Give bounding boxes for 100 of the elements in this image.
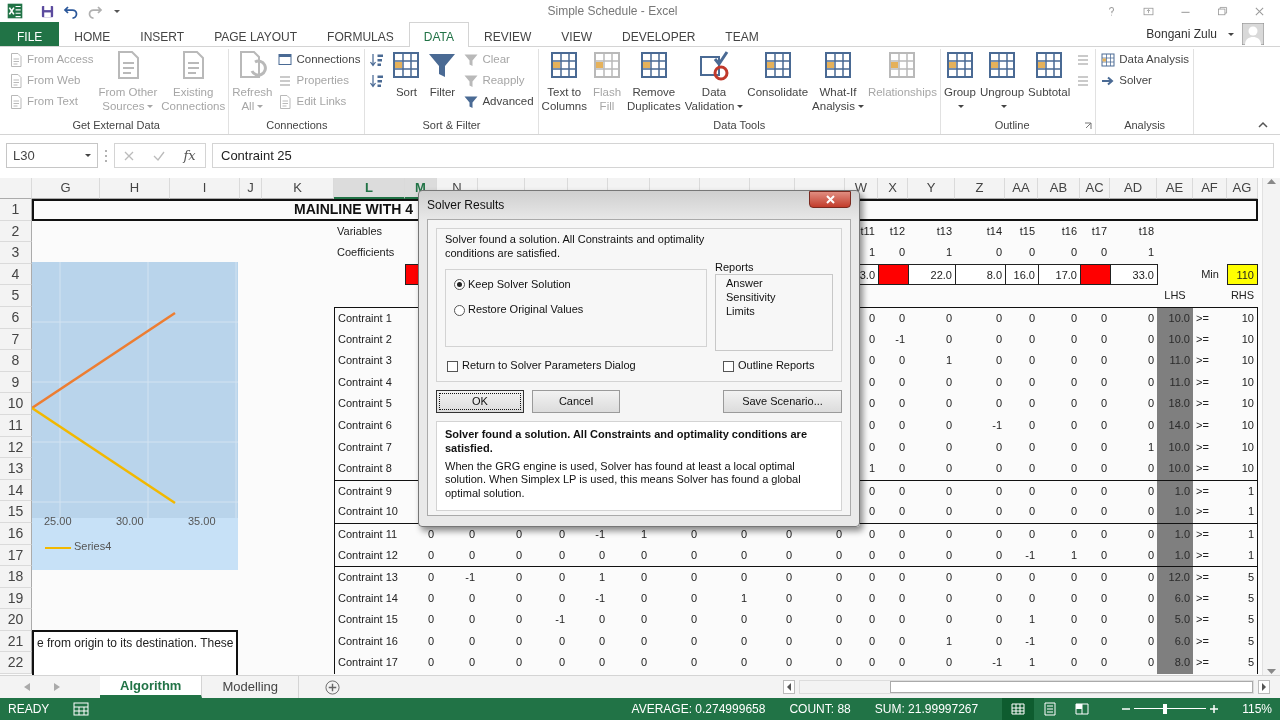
scroll-up-icon[interactable] [1267, 178, 1276, 184]
row-header[interactable]: 14 [0, 479, 32, 502]
column-header[interactable]: K [262, 178, 334, 199]
insert-function-button[interactable]: fx [183, 145, 196, 166]
row-header[interactable]: 1 [0, 199, 32, 221]
ribbon-tab[interactable]: HOME [59, 22, 126, 46]
list-item[interactable]: Sensitivity [726, 290, 822, 305]
column-header[interactable]: H [100, 178, 170, 199]
ribbon-button[interactable]: Remove Duplicates [625, 49, 682, 119]
dialog-button[interactable]: OK [436, 390, 524, 413]
ribbon-button[interactable]: Connections [275, 49, 363, 70]
zoom-out-icon[interactable] [1122, 705, 1131, 713]
column-header[interactable]: AE [1157, 178, 1193, 199]
close-button[interactable] [809, 191, 851, 208]
column-header[interactable]: X [878, 178, 908, 199]
slider-thumb[interactable] [1163, 704, 1168, 714]
collapse-icon[interactable] [1258, 121, 1268, 128]
checkbox-option[interactable]: Outline Reports [723, 359, 815, 373]
horizontal-scrollbar[interactable] [799, 680, 1254, 694]
ribbon-button[interactable]: Data Analysis [1098, 49, 1191, 70]
reports-list[interactable]: Answer Sensitivity Limits [715, 274, 833, 352]
ribbon-button[interactable]: What-If Analysis [811, 49, 865, 119]
ribbon-tab[interactable]: TEAM [710, 22, 774, 46]
row-header[interactable]: 16 [0, 522, 32, 545]
row-header[interactable]: 22 [0, 652, 32, 675]
column-header[interactable]: I [170, 178, 240, 199]
column-header[interactable]: AA [1005, 178, 1038, 199]
row-header[interactable]: 4 [0, 263, 32, 286]
column-header[interactable]: J [240, 178, 262, 199]
column-header[interactable]: Y [908, 178, 955, 199]
row-header[interactable]: 3 [0, 242, 32, 264]
check-icon[interactable] [152, 150, 165, 161]
radio-option[interactable]: Keep Solver Solution [454, 277, 698, 292]
column-header[interactable]: L [334, 178, 405, 199]
row-header[interactable]: 13 [0, 458, 32, 480]
row-header[interactable]: 9 [0, 371, 32, 394]
ribbon-tab[interactable]: INSERT [125, 22, 200, 46]
row-header[interactable]: 2 [0, 220, 32, 243]
customize-icon[interactable] [114, 9, 120, 13]
ribbon-tab[interactable]: PAGE LAYOUT [199, 22, 313, 46]
checkbox-option[interactable]: Return to Solver Parameters Dialog [447, 359, 723, 373]
file-tab[interactable]: FILE [0, 22, 60, 46]
column-header[interactable]: AC [1080, 178, 1110, 199]
ribbon-button[interactable]: Solver [1098, 70, 1191, 91]
row-header[interactable]: 18 [0, 566, 32, 588]
row-header[interactable]: 12 [0, 436, 32, 459]
next-sheet-icon[interactable] [54, 683, 60, 691]
redo-button[interactable] [87, 3, 103, 19]
macro-record-icon[interactable] [73, 702, 90, 716]
user-name[interactable]: Bongani Zulu [1146, 25, 1217, 43]
ribbon-button[interactable]: Filter [425, 49, 460, 119]
row-header[interactable]: 6 [0, 306, 32, 329]
add-sheet-icon[interactable] [325, 679, 341, 695]
column-header[interactable]: AB [1038, 178, 1080, 199]
row-header[interactable]: 21 [0, 630, 32, 653]
column-header[interactable]: AF [1193, 178, 1227, 199]
view-button[interactable] [1002, 698, 1035, 720]
restore-icon[interactable] [1216, 4, 1229, 18]
ribbon-button[interactable]: Subtotal [1027, 49, 1072, 119]
row-header[interactable]: 19 [0, 587, 32, 610]
ribbon-tab[interactable]: VIEW [546, 22, 607, 46]
ribbon-button[interactable]: Sort [389, 49, 424, 119]
row-header[interactable]: 7 [0, 328, 32, 351]
scroll-left-icon[interactable] [783, 680, 795, 694]
column-header[interactable]: Z [955, 178, 1005, 199]
column-header[interactable]: G [32, 178, 100, 199]
ribbon-button[interactable]: Consolidate [746, 49, 810, 119]
ribbon-button[interactable]: Data Validation [683, 49, 745, 119]
row-header[interactable]: 10 [0, 393, 32, 415]
dialog-button[interactable]: Save Scenario... [723, 390, 842, 413]
ribbon-button[interactable]: Group [942, 49, 977, 119]
ribbon-tab[interactable]: REVIEW [469, 22, 547, 46]
previous-sheet-icon[interactable] [24, 683, 30, 691]
dialog-launcher-icon[interactable] [1084, 122, 1093, 130]
name-box[interactable]: L30 [6, 143, 98, 168]
row-header[interactable]: 17 [0, 544, 32, 567]
row-header[interactable]: 5 [0, 285, 32, 307]
vertical-scrollbar[interactable] [1262, 178, 1280, 675]
select-all-button[interactable] [0, 178, 32, 199]
scroll-right-icon[interactable] [1258, 680, 1270, 694]
ribbon-tab[interactable]: FORMULAS [312, 22, 409, 46]
ribbon-button[interactable]: Ungroup [978, 49, 1026, 119]
undo-button[interactable] [63, 3, 79, 19]
row-header[interactable]: 8 [0, 350, 32, 372]
ribbon-button[interactable]: Text to Columns [540, 49, 588, 119]
sheet-tab[interactable]: Algorithm [100, 676, 203, 698]
save-button[interactable] [40, 3, 55, 19]
list-item[interactable]: Limits [726, 304, 822, 319]
row-header[interactable]: 15 [0, 501, 32, 523]
column-header[interactable]: AG [1227, 178, 1258, 199]
ribbon-button[interactable]: Advanced [461, 91, 536, 112]
zoom-slider[interactable] [1134, 704, 1207, 714]
dialog-button[interactable]: Cancel [532, 390, 620, 413]
avatar-icon[interactable] [1242, 23, 1264, 45]
radio-option[interactable]: Restore Original Values [454, 303, 698, 317]
row-header[interactable]: 11 [0, 414, 32, 437]
row-header[interactable]: 20 [0, 609, 32, 631]
ribbon-tab[interactable]: DEVELOPER [607, 22, 711, 46]
formula-field[interactable]: Contraint 25 [212, 143, 1274, 168]
ribbon-tab[interactable]: DATA [408, 22, 469, 47]
